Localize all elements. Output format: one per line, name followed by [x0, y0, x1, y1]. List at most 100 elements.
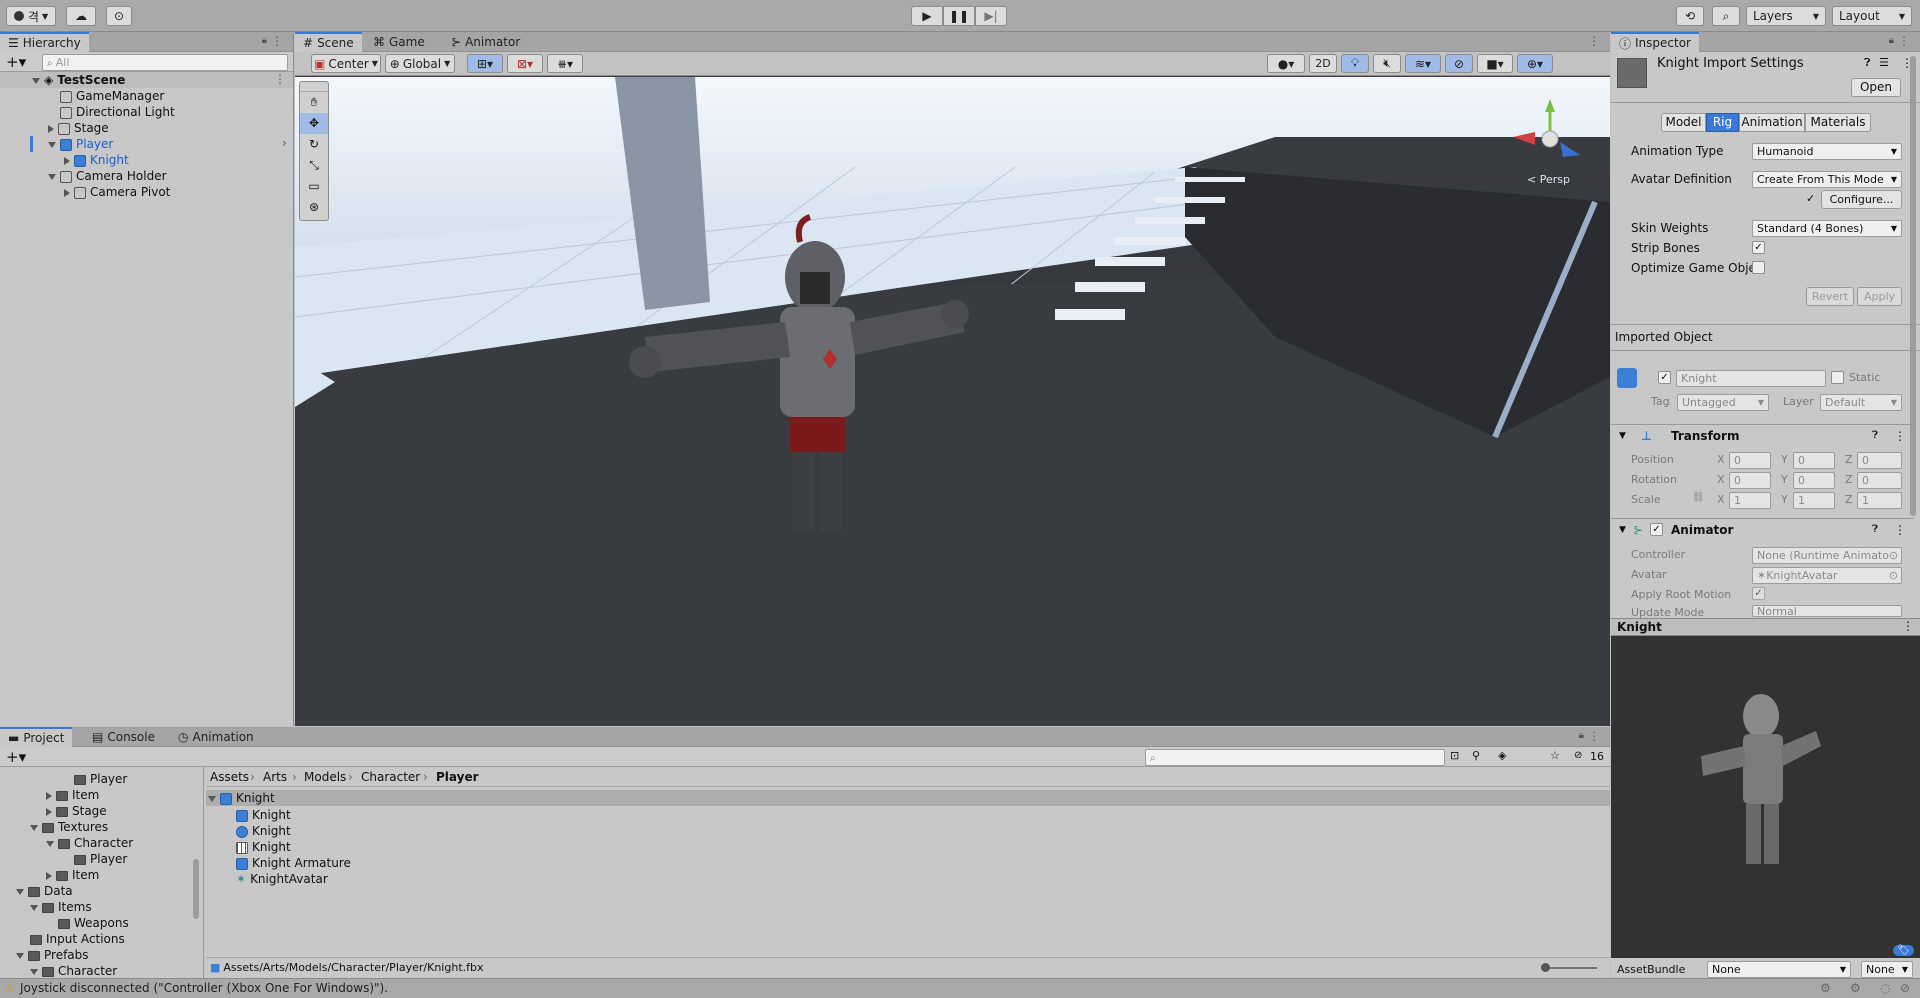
- bug-icon[interactable]: ⚙: [1820, 979, 1831, 998]
- grid-snap-toggle[interactable]: ⊞▾: [467, 54, 503, 73]
- skin-weights-dropdown[interactable]: Standard (4 Bones) ▼: [1752, 220, 1902, 237]
- folder-item[interactable]: Prefabs: [16, 947, 89, 963]
- asset-row[interactable]: Knight Armature: [236, 855, 351, 871]
- search-button[interactable]: ⌕: [1712, 6, 1740, 26]
- menu-icon[interactable]: ⋮: [1898, 34, 1910, 48]
- breadcrumb-item[interactable]: Assets: [210, 770, 249, 784]
- folder-item[interactable]: Items: [30, 899, 92, 915]
- transform-header[interactable]: ▼ ⊥ Transform ❓︎ ⋮: [1611, 424, 1914, 446]
- avatar-definition-dropdown[interactable]: Create From This Mode ▼: [1752, 171, 1902, 188]
- layer-dropdown[interactable]: Default ▼: [1820, 394, 1902, 411]
- shading-mode-dropdown[interactable]: ●▾: [1267, 54, 1305, 73]
- object-picker-icon[interactable]: ⊙: [1889, 568, 1898, 583]
- folder-tree-scrollbar[interactable]: [192, 769, 200, 976]
- status-bar[interactable]: ⚠ Joystick disconnected ("Controller (Xb…: [0, 978, 1920, 998]
- folder-item[interactable]: Data: [16, 883, 73, 899]
- asset-row-selected[interactable]: Knight: [206, 790, 1610, 806]
- assetbundle-dropdown[interactable]: None ▼: [1707, 961, 1851, 978]
- optimize-checkbox[interactable]: [1752, 261, 1765, 274]
- transform-tool[interactable]: ⊛: [300, 197, 328, 218]
- hierarchy-item-camera-holder[interactable]: Camera Holder: [48, 168, 167, 184]
- hierarchy-item-directional-light[interactable]: Directional Light: [60, 104, 175, 120]
- collab-button[interactable]: ⊙: [106, 6, 132, 26]
- open-button[interactable]: Open: [1851, 78, 1901, 97]
- step-button[interactable]: ▶|: [975, 6, 1007, 26]
- object-picker-icon[interactable]: ⊙: [1889, 548, 1898, 563]
- configure-button[interactable]: Configure...: [1821, 190, 1902, 209]
- effects-dropdown[interactable]: ≋▾: [1405, 54, 1441, 73]
- apply-root-motion-checkbox[interactable]: ✓: [1752, 587, 1765, 600]
- folder-item[interactable]: Character: [30, 963, 117, 978]
- expand-arrow-icon[interactable]: [46, 840, 54, 847]
- hierarchy-item-gamemanager[interactable]: GameManager: [60, 88, 164, 104]
- preview-header[interactable]: Knight ⋮: [1611, 618, 1920, 636]
- folder-item[interactable]: Stage: [46, 803, 107, 819]
- expand-arrow-icon[interactable]: [46, 871, 52, 880]
- breadcrumb-item[interactable]: Arts: [263, 770, 287, 784]
- tab-inspector[interactable]: ⓘ Inspector: [1611, 32, 1699, 52]
- space-mode-dropdown[interactable]: ⊕ Global ▼: [385, 54, 455, 73]
- expand-arrow-icon[interactable]: [208, 795, 216, 802]
- rotation-z-field[interactable]: 0: [1857, 472, 1902, 489]
- tab-console[interactable]: ▤ Console: [84, 727, 163, 747]
- tag-dropdown[interactable]: Untagged ▼: [1677, 394, 1769, 411]
- menu-icon[interactable]: ⋮: [1894, 519, 1906, 541]
- folder-item[interactable]: Item: [46, 867, 99, 883]
- hierarchy-item-stage[interactable]: Stage: [48, 120, 109, 136]
- tab-project[interactable]: ▬ Project: [0, 727, 73, 747]
- slider-thumb[interactable]: [1541, 963, 1550, 972]
- static-checkbox[interactable]: [1831, 371, 1844, 384]
- breadcrumb-item[interactable]: Player: [436, 770, 479, 784]
- rotation-y-field[interactable]: 0: [1793, 472, 1835, 489]
- asset-row[interactable]: ✶ KnightAvatar: [236, 871, 328, 887]
- tab-animator[interactable]: ⊱ Animator: [443, 32, 528, 52]
- tab-rig[interactable]: Rig: [1706, 113, 1739, 132]
- scale-x-field[interactable]: 1: [1729, 492, 1771, 509]
- hierarchy-item-knight[interactable]: Knight: [64, 152, 129, 168]
- expand-arrow-icon[interactable]: [64, 156, 70, 165]
- pause-button[interactable]: ❚❚: [943, 6, 975, 26]
- expand-arrow-icon[interactable]: [32, 77, 40, 84]
- add-icon[interactable]: +▾: [6, 53, 26, 71]
- folder-item[interactable]: Textures: [30, 819, 108, 835]
- revert-button[interactable]: Revert: [1806, 287, 1854, 306]
- apply-button[interactable]: Apply: [1857, 287, 1902, 306]
- animation-type-dropdown[interactable]: Humanoid ▼: [1752, 143, 1902, 160]
- animator-enabled-checkbox[interactable]: ✓: [1650, 523, 1663, 536]
- strip-bones-checkbox[interactable]: ✓: [1752, 241, 1765, 254]
- help-icon[interactable]: ❓︎: [1872, 425, 1878, 447]
- scene-viewport[interactable]: < Persp ✋︎ ✥ ↻ ⤡ ▭ ⊛: [295, 77, 1610, 726]
- tag-icon[interactable]: 🏷︎: [1893, 945, 1914, 956]
- avatar-field[interactable]: ✶KnightAvatar ⊙: [1752, 567, 1902, 584]
- menu-icon[interactable]: ⋮: [271, 34, 283, 48]
- lighting-toggle[interactable]: 💡︎: [1341, 54, 1369, 73]
- label-icon[interactable]: ◈: [1498, 749, 1506, 762]
- hand-tool[interactable]: ✋︎: [300, 92, 328, 113]
- lock-icon[interactable]: 🔒︎: [262, 35, 267, 46]
- position-y-field[interactable]: 0: [1793, 452, 1835, 469]
- model-preview[interactable]: 🏷︎: [1611, 636, 1920, 958]
- link-icon[interactable]: ⛓: [1692, 492, 1705, 503]
- tab-scene[interactable]: # Scene: [295, 32, 362, 52]
- expand-arrow-icon[interactable]: [64, 188, 70, 197]
- asset-row[interactable]: Knight: [236, 823, 291, 839]
- menu-icon[interactable]: ⋮: [1588, 729, 1600, 743]
- tab-animation[interactable]: ◷ Animation: [170, 727, 262, 747]
- move-tool[interactable]: ✥: [300, 113, 328, 134]
- drag-handle[interactable]: [300, 82, 328, 92]
- tab-hierarchy[interactable]: ☰ Hierarchy: [0, 32, 89, 52]
- gizmos-dropdown[interactable]: ⊕▾: [1517, 54, 1553, 73]
- menu-icon[interactable]: ⋮: [1902, 619, 1914, 633]
- help-icon[interactable]: ❓︎: [1864, 56, 1871, 70]
- chevron-right-icon[interactable]: ›: [282, 136, 287, 150]
- asset-row[interactable]: Knight: [236, 839, 291, 855]
- breadcrumb-item[interactable]: Models: [304, 770, 346, 784]
- pivot-mode-dropdown[interactable]: ▣ Center ▼: [311, 54, 381, 73]
- scene-header[interactable]: ◈ TestScene ⋮: [0, 72, 293, 88]
- play-button[interactable]: ▶: [911, 6, 943, 26]
- project-search-input[interactable]: ⌕: [1145, 749, 1445, 766]
- asset-row[interactable]: Knight: [236, 807, 291, 823]
- controller-field[interactable]: None (Runtime Animato ⊙: [1752, 547, 1902, 564]
- breadcrumb-item[interactable]: Character: [361, 770, 420, 784]
- folder-item[interactable]: Player: [74, 851, 127, 867]
